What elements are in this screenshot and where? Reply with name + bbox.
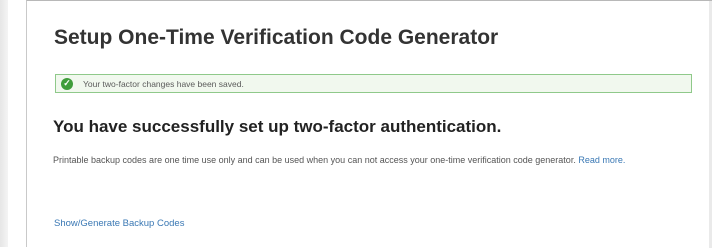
left-margin [0,0,8,247]
success-alert: ✓ Your two-factor changes have been save… [55,74,692,93]
backup-codes-description: Printable backup codes are one time use … [53,154,703,166]
page-frame: Setup One-Time Verification Code Generat… [0,0,715,248]
description-text: Printable backup codes are one time use … [53,155,576,165]
read-more-link[interactable]: Read more. [578,155,625,165]
content-panel: Setup One-Time Verification Code Generat… [26,0,712,248]
show-generate-backup-codes-link[interactable]: Show/Generate Backup Codes [54,218,184,229]
panel-edge [709,1,712,248]
alert-message: Your two-factor changes have been saved. [83,78,244,89]
success-heading: You have successfully set up two-factor … [53,117,502,136]
check-circle-icon: ✓ [61,77,73,90]
page-title: Setup One-Time Verification Code Generat… [54,26,499,49]
